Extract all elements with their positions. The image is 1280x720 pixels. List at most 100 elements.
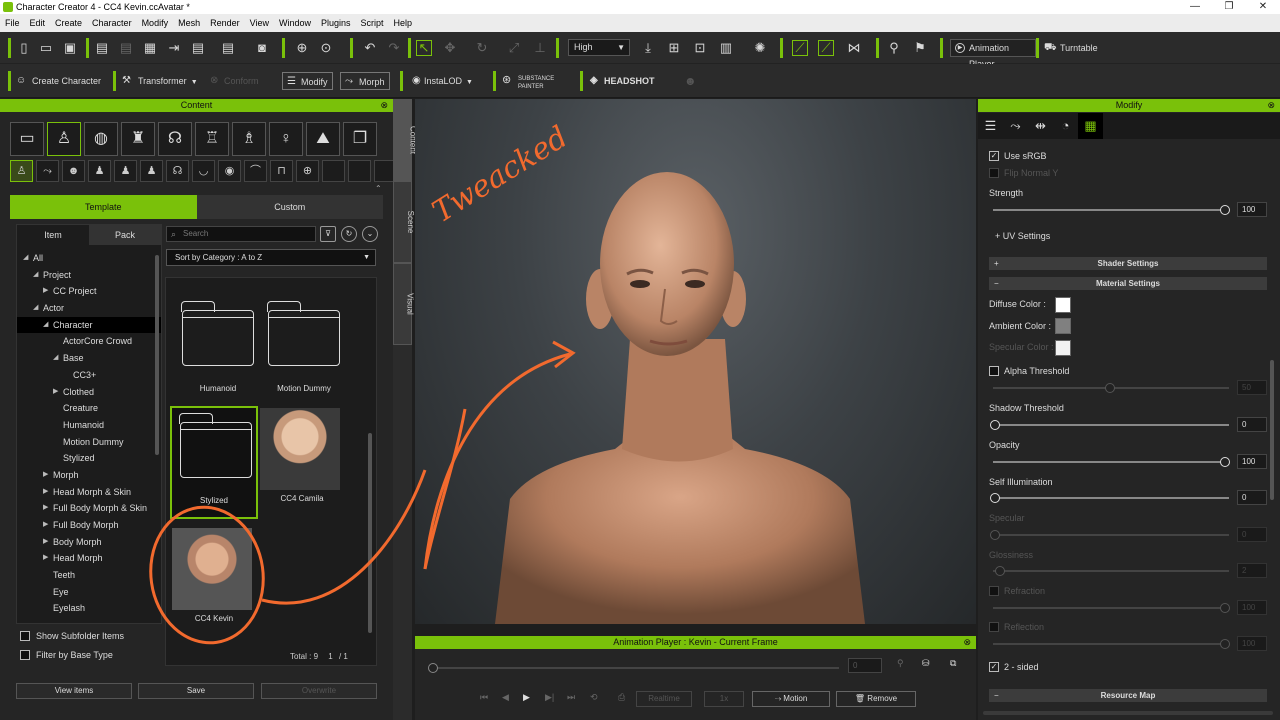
tree-item-humanoid[interactable]: Humanoid — [17, 417, 161, 434]
refraction-checkbox[interactable] — [989, 586, 999, 596]
self-illumination-field[interactable]: 0 — [1237, 490, 1267, 505]
search-input[interactable]: ⌕ Search — [166, 226, 316, 242]
step-back-icon[interactable]: ◀ — [502, 692, 509, 703]
body-sub-icon[interactable]: ♟ — [88, 160, 111, 182]
head-sub-icon[interactable]: ☻ — [62, 160, 85, 182]
material-category-icon[interactable]: ◍ — [84, 122, 118, 156]
open-folder-icon[interactable]: ▭ — [38, 40, 54, 56]
tree-item-cc-project[interactable]: ▶ CC Project — [17, 283, 161, 300]
tree-item-character[interactable]: ◢ Character — [17, 316, 161, 334]
undo-icon[interactable]: ↶ — [362, 40, 378, 56]
usd-icon[interactable]: ▦ — [142, 40, 158, 56]
specular-field[interactable]: 0 — [1237, 527, 1267, 542]
step-forward-icon[interactable]: ▶| — [545, 692, 554, 703]
animation-player-button[interactable]: ▶ Animation Player — [950, 39, 1036, 69]
refraction-knob[interactable] — [1220, 603, 1230, 613]
menu-script[interactable]: Script — [356, 14, 389, 32]
conform-button[interactable]: ⊗ Conform — [210, 72, 259, 90]
flip-normal-checkbox[interactable] — [989, 168, 999, 178]
scale-icon[interactable]: ⤢ — [506, 40, 522, 56]
render-quality-select[interactable]: High ▼ — [568, 39, 630, 56]
modify-button[interactable]: ☰ Modify — [282, 72, 333, 90]
tree-item-base[interactable]: ◢ Base — [17, 350, 161, 367]
refraction-slider[interactable] — [993, 603, 1230, 613]
morph-button[interactable]: ⤳ Morph — [340, 72, 390, 90]
tree-item-head-morph[interactable]: ▶ Head Morph — [17, 550, 161, 567]
menu-file[interactable]: File — [0, 14, 25, 32]
adjust-tab-icon[interactable]: ⇹ — [1028, 113, 1053, 139]
speed-select[interactable]: 1x — [704, 691, 744, 707]
skip-end-icon[interactable]: ⏭ — [567, 692, 575, 703]
material-tab-icon[interactable]: ▦ — [1078, 113, 1103, 139]
two-sided-row[interactable]: ✓ 2 - sided — [989, 662, 1039, 672]
content-item-cc4-kevin[interactable]: CC4 Kevin — [172, 528, 256, 623]
physics-tab-icon[interactable]: ◔ — [1053, 113, 1078, 139]
ambient-color-swatch[interactable] — [1055, 318, 1071, 334]
refraction-field[interactable]: 100 — [1237, 600, 1267, 615]
maximize-button[interactable]: ❐ — [1212, 0, 1246, 14]
render-icon[interactable]: ◙ — [254, 40, 270, 56]
opacity-slider[interactable] — [993, 457, 1230, 467]
menu-window[interactable]: Window — [274, 14, 316, 32]
save-button[interactable]: Save — [138, 683, 254, 699]
tree-item-eye[interactable]: Eye — [17, 584, 161, 601]
tree-item-head-morph-skin[interactable]: ▶ Head Morph & Skin — [17, 484, 161, 501]
headshot-button[interactable]: ◈ HEADSHOT — [590, 72, 655, 90]
select-arrow-icon[interactable]: ↖ — [416, 40, 432, 56]
tree-item-actorcore-crowd[interactable]: ActorCore Crowd — [17, 333, 161, 350]
shadow-threshold-slider[interactable] — [990, 420, 1229, 430]
pose-icon[interactable]: ⚲ — [886, 40, 902, 56]
self-illumination-knob[interactable] — [990, 493, 1000, 503]
frame-field[interactable]: 0 — [848, 658, 882, 673]
redo-icon[interactable]: ↷ — [386, 40, 402, 56]
tree-item-motion-dummy[interactable]: Motion Dummy — [17, 434, 161, 451]
tab-pack[interactable]: Pack — [89, 225, 161, 245]
expand-icon[interactable]: ▶ — [43, 534, 48, 551]
tree-item-cc3-[interactable]: CC3+ — [17, 367, 161, 384]
pose-category-icon[interactable]: ♀ — [269, 122, 303, 156]
reflection-knob[interactable] — [1220, 639, 1230, 649]
snapshot-icon[interactable]: ⊙ — [318, 40, 334, 56]
new-icon[interactable]: ▯ — [16, 40, 32, 56]
fbx-icon[interactable]: ▤ — [220, 40, 236, 56]
tree-item-clothed[interactable]: ▶ Clothed — [17, 384, 161, 401]
resource-map-bar[interactable]: − Resource Map — [989, 689, 1267, 702]
expand-icon[interactable]: ▶ — [43, 517, 48, 534]
timeline-track[interactable] — [433, 667, 839, 669]
use-srgb-row[interactable]: ✓ Use sRGB — [989, 151, 1047, 161]
collapse-icon[interactable]: ◢ — [23, 250, 28, 267]
strength-field[interactable]: 100 — [1237, 202, 1267, 217]
self-illumination-slider[interactable] — [990, 493, 1229, 503]
show-subfolder-row[interactable]: Show Subfolder Items — [20, 629, 124, 643]
glossiness-knob[interactable] — [995, 566, 1005, 576]
material-settings-bar[interactable]: − Material Settings — [989, 277, 1267, 290]
skip-start-icon[interactable]: ⏮ — [480, 692, 488, 703]
reach-icon[interactable]: ⚲ — [897, 658, 904, 669]
close-icon[interactable]: ⊗ — [380, 99, 388, 112]
refresh-icon[interactable]: ↻ — [341, 226, 357, 242]
opacity-field[interactable]: 100 — [1237, 454, 1267, 469]
hair-category-icon[interactable]: ☊ — [158, 122, 192, 156]
copy-category-icon[interactable]: ❐ — [343, 122, 377, 156]
tree-item-body-morph[interactable]: ▶ Body Morph — [17, 534, 161, 551]
alpha-threshold-slider[interactable] — [993, 383, 1229, 393]
play-icon[interactable]: ▶ — [523, 692, 530, 703]
turntable-button[interactable]: ⛟ Turntable — [1044, 39, 1098, 57]
morph-sub-icon[interactable]: ⤳ — [36, 160, 59, 182]
side-tab-content[interactable]: Content — [393, 99, 418, 181]
filter-base-checkbox[interactable] — [20, 650, 30, 660]
modify-panel-hscrollbar[interactable] — [983, 711, 1273, 715]
collapse-icon[interactable]: ⌃ — [375, 184, 382, 193]
loop-icon[interactable]: ⟲ — [590, 692, 598, 703]
tree-item-full-body-morph-skin[interactable]: ▶ Full Body Morph & Skin — [17, 500, 161, 517]
alpha-threshold-knob[interactable] — [1105, 383, 1115, 393]
tab-item[interactable]: Item — [17, 225, 89, 245]
glossiness-field[interactable]: 2 — [1237, 563, 1267, 578]
head-morph-sub-icon[interactable]: ☊ — [166, 160, 189, 182]
content-item-humanoid[interactable]: Humanoid — [176, 296, 260, 393]
uv-settings-row[interactable]: + UV Settings — [995, 231, 1050, 241]
tree-item-actor[interactable]: ◢ Actor — [17, 300, 161, 317]
camera-icon[interactable]: ⎙ — [618, 692, 625, 703]
chair-category-icon[interactable]: ♗ — [232, 122, 266, 156]
modify-panel-scrollbar[interactable] — [1270, 360, 1274, 500]
